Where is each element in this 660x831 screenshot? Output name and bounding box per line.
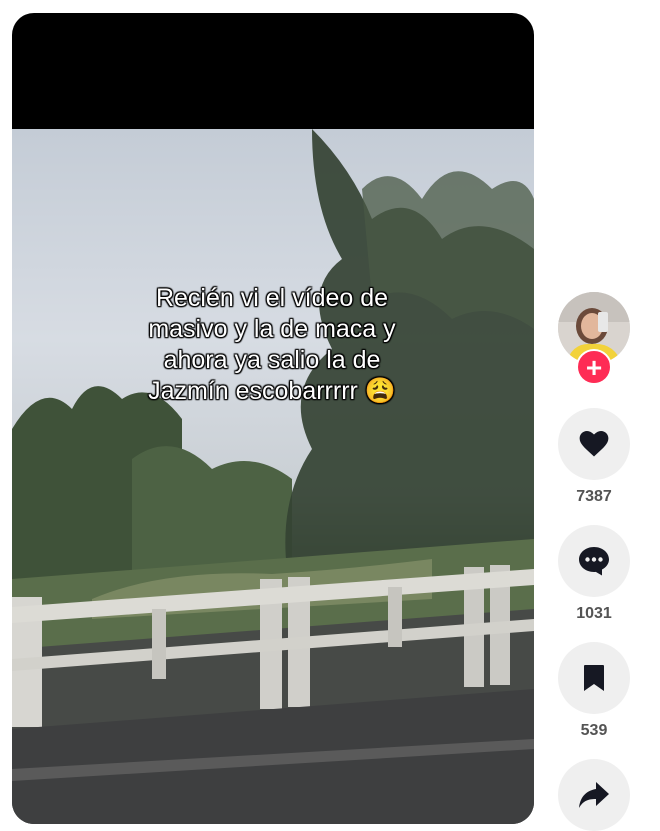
caption-line: masivo y la de maca y bbox=[148, 315, 396, 343]
save-count: 539 bbox=[580, 722, 608, 739]
caption-line: Recién vi el vídeo de bbox=[155, 284, 389, 312]
comment-count: 1031 bbox=[576, 605, 612, 622]
bookmark-icon bbox=[584, 665, 604, 691]
like-button[interactable] bbox=[558, 408, 630, 480]
video-player[interactable]: Recién vi el vídeo de masivo y la de mac… bbox=[12, 13, 534, 824]
video-frame bbox=[12, 129, 534, 824]
heart-icon bbox=[579, 431, 609, 457]
plus-icon: + bbox=[585, 352, 603, 383]
caption-line: ahora ya salio la de bbox=[163, 346, 381, 374]
video-scene-illustration bbox=[12, 129, 534, 824]
like-count: 7387 bbox=[576, 488, 612, 505]
comment-button[interactable] bbox=[558, 525, 630, 597]
follow-button[interactable]: + bbox=[576, 349, 612, 385]
video-caption: Recién vi el vídeo de masivo y la de mac… bbox=[102, 283, 442, 407]
caption-line: Jazmín escobarrrrr 😩 bbox=[148, 377, 396, 405]
share-button[interactable] bbox=[558, 759, 630, 831]
comment-icon bbox=[579, 547, 609, 576]
share-icon bbox=[579, 782, 609, 808]
save-button[interactable] bbox=[558, 642, 630, 714]
